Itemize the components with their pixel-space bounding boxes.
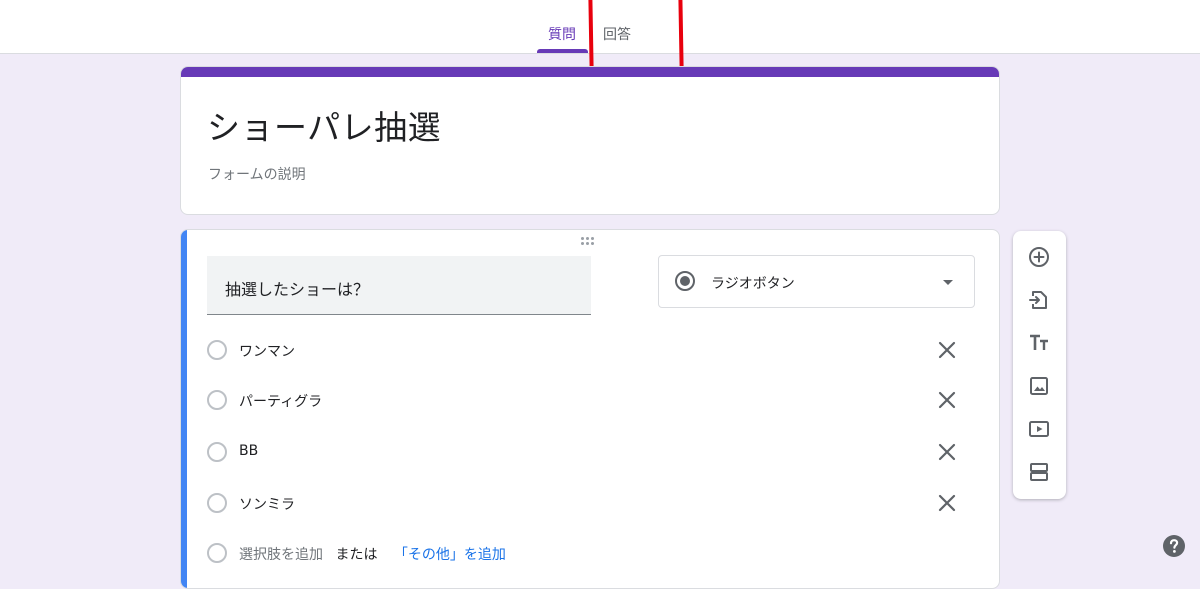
option-label[interactable]: ソンミラ (239, 494, 295, 514)
question-type-label: ラジオボタン (711, 276, 795, 292)
add-section-icon[interactable] (1027, 460, 1051, 484)
add-question-icon[interactable] (1027, 245, 1051, 269)
add-image-icon[interactable] (1027, 374, 1051, 398)
option-radio (207, 543, 227, 563)
form-header-card: ショーパレ抽選 フォームの説明 (180, 66, 1000, 215)
active-question-indicator (181, 230, 187, 588)
active-tab-indicator (537, 49, 588, 53)
drag-handle-icon[interactable] (581, 237, 601, 247)
add-option-row: 選択肢を追加 または 「その他」を追加 (207, 538, 977, 568)
question-type-select[interactable]: ラジオボタン (658, 255, 975, 308)
option-label[interactable]: BB (239, 443, 258, 459)
add-option-line: 選択肢を追加 または 「その他」を追加 (239, 544, 506, 564)
tab-questions[interactable]: 質問 (548, 24, 576, 44)
dropdown-arrow-icon (943, 280, 953, 285)
question-title-text: 抽選したショーは？ (225, 280, 370, 299)
option-radio (207, 340, 227, 360)
option-radio (207, 493, 227, 513)
form-description-field[interactable]: フォームの説明 (208, 164, 306, 184)
help-icon[interactable] (1162, 534, 1186, 558)
add-title-icon[interactable] (1027, 331, 1051, 355)
add-video-icon[interactable] (1027, 417, 1051, 441)
option-row: パーティグラ (207, 385, 977, 415)
floating-toolbar (1013, 231, 1066, 499)
radio-type-icon (675, 271, 695, 291)
question-card[interactable]: 抽選したショーは？ ラジオボタン ワンマン パーティグラ BB ソンミラ 選択肢… (180, 229, 1000, 589)
option-label[interactable]: パーティグラ (239, 391, 322, 411)
remove-option-icon[interactable] (935, 388, 959, 412)
import-questions-icon[interactable] (1027, 288, 1051, 312)
option-label[interactable]: ワンマン (239, 341, 295, 361)
option-radio (207, 390, 227, 410)
option-row: ワンマン (207, 335, 977, 365)
option-row: BB (207, 437, 977, 467)
option-row: ソンミラ (207, 488, 977, 518)
header-accent-bar (181, 67, 999, 77)
form-title[interactable]: ショーパレ抽選 (207, 101, 441, 149)
option-radio (207, 442, 227, 462)
remove-option-icon[interactable] (935, 338, 959, 362)
remove-option-icon[interactable] (935, 491, 959, 515)
question-title-field[interactable]: 抽選したショーは？ (207, 256, 591, 315)
remove-option-icon[interactable] (935, 440, 959, 464)
red-highlight-annotation (588, 0, 684, 73)
